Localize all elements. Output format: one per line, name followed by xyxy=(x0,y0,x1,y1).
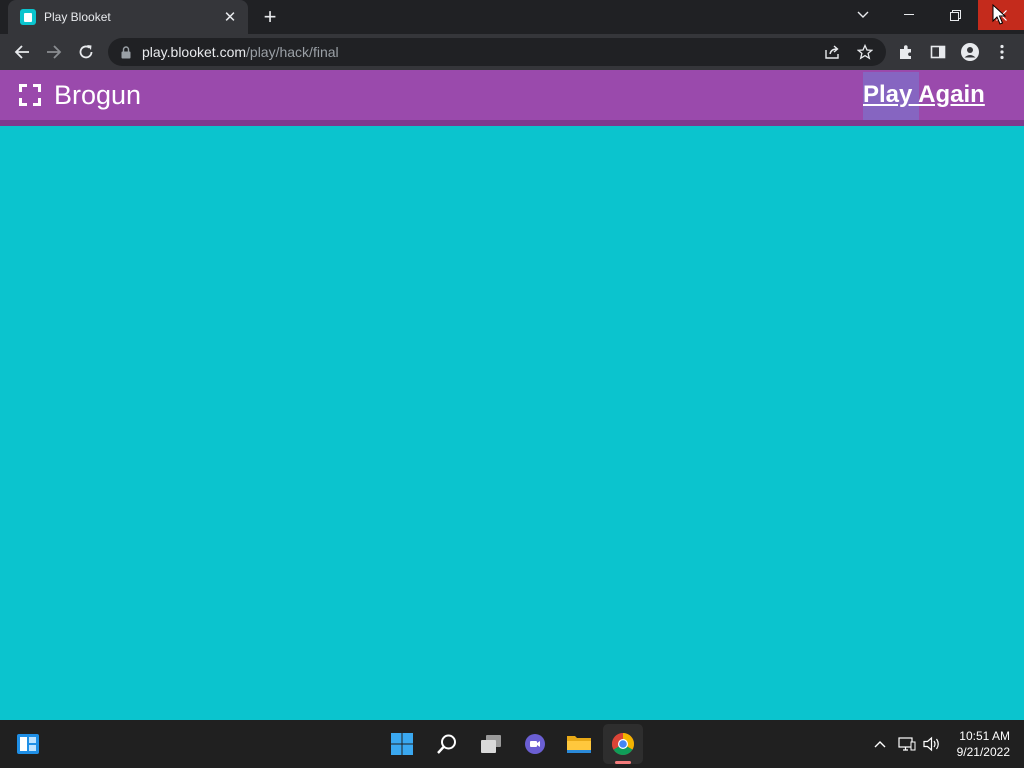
back-arrow-icon xyxy=(14,45,29,59)
minimize-icon xyxy=(904,14,914,15)
bookmark-star-icon[interactable] xyxy=(856,44,874,60)
tab-close-button[interactable]: ✕ xyxy=(222,8,238,26)
tab-play-blooket[interactable]: Play Blooket ✕ xyxy=(8,0,248,34)
play-again-link[interactable]: Play Again xyxy=(863,80,985,110)
chevron-down-icon xyxy=(857,11,869,18)
mouse-cursor-icon xyxy=(992,4,1006,25)
teams-chat-icon[interactable] xyxy=(521,730,549,758)
extensions-puzzle-icon[interactable] xyxy=(896,42,916,62)
file-explorer-icon[interactable] xyxy=(565,730,593,758)
widgets-icon[interactable] xyxy=(14,730,42,758)
chrome-running-indicator xyxy=(615,761,631,764)
fullscreen-icon[interactable] xyxy=(19,84,41,106)
chrome-icon[interactable] xyxy=(609,730,637,758)
reload-icon xyxy=(79,45,93,59)
taskbar-clock-date[interactable]: 9/21/2022 xyxy=(940,745,1010,759)
restore-button[interactable] xyxy=(932,0,978,30)
restore-icon xyxy=(949,9,961,21)
tab-title: Play Blooket xyxy=(44,10,111,24)
tab-strip: Play Blooket ✕ + xyxy=(0,0,1024,34)
forward-button[interactable] xyxy=(42,40,66,64)
blooket-favicon-icon xyxy=(20,9,36,25)
game-mode-title: Brogun xyxy=(54,80,142,110)
address-bar[interactable]: play.blooket.com/play/hack/final xyxy=(108,38,886,66)
network-icon[interactable] xyxy=(897,734,917,754)
volume-icon[interactable] xyxy=(922,734,942,754)
side-panel-icon[interactable] xyxy=(928,42,948,62)
reload-button[interactable] xyxy=(74,40,98,64)
task-view-icon[interactable] xyxy=(477,730,505,758)
minimize-button[interactable] xyxy=(886,0,932,30)
game-content-area xyxy=(0,126,1024,720)
share-icon[interactable] xyxy=(824,44,842,60)
forward-arrow-icon xyxy=(47,45,62,59)
tab-search-button[interactable] xyxy=(840,0,886,30)
new-tab-button[interactable]: + xyxy=(260,6,280,28)
windows-start-icon[interactable] xyxy=(388,730,416,758)
lock-icon[interactable] xyxy=(120,45,132,59)
profile-avatar-icon[interactable] xyxy=(960,42,980,62)
browser-toolbar: play.blooket.com/play/hack/final xyxy=(0,34,1024,70)
search-icon[interactable] xyxy=(433,730,461,758)
back-button[interactable] xyxy=(10,40,34,64)
url-host: play.blooket.com xyxy=(142,44,247,60)
tray-chevron-icon[interactable] xyxy=(870,734,890,754)
url-path: /play/hack/final xyxy=(246,44,339,60)
taskbar-clock-time[interactable]: 10:51 AM xyxy=(940,729,1010,743)
browser-menu-kebab-icon[interactable] xyxy=(992,42,1012,62)
